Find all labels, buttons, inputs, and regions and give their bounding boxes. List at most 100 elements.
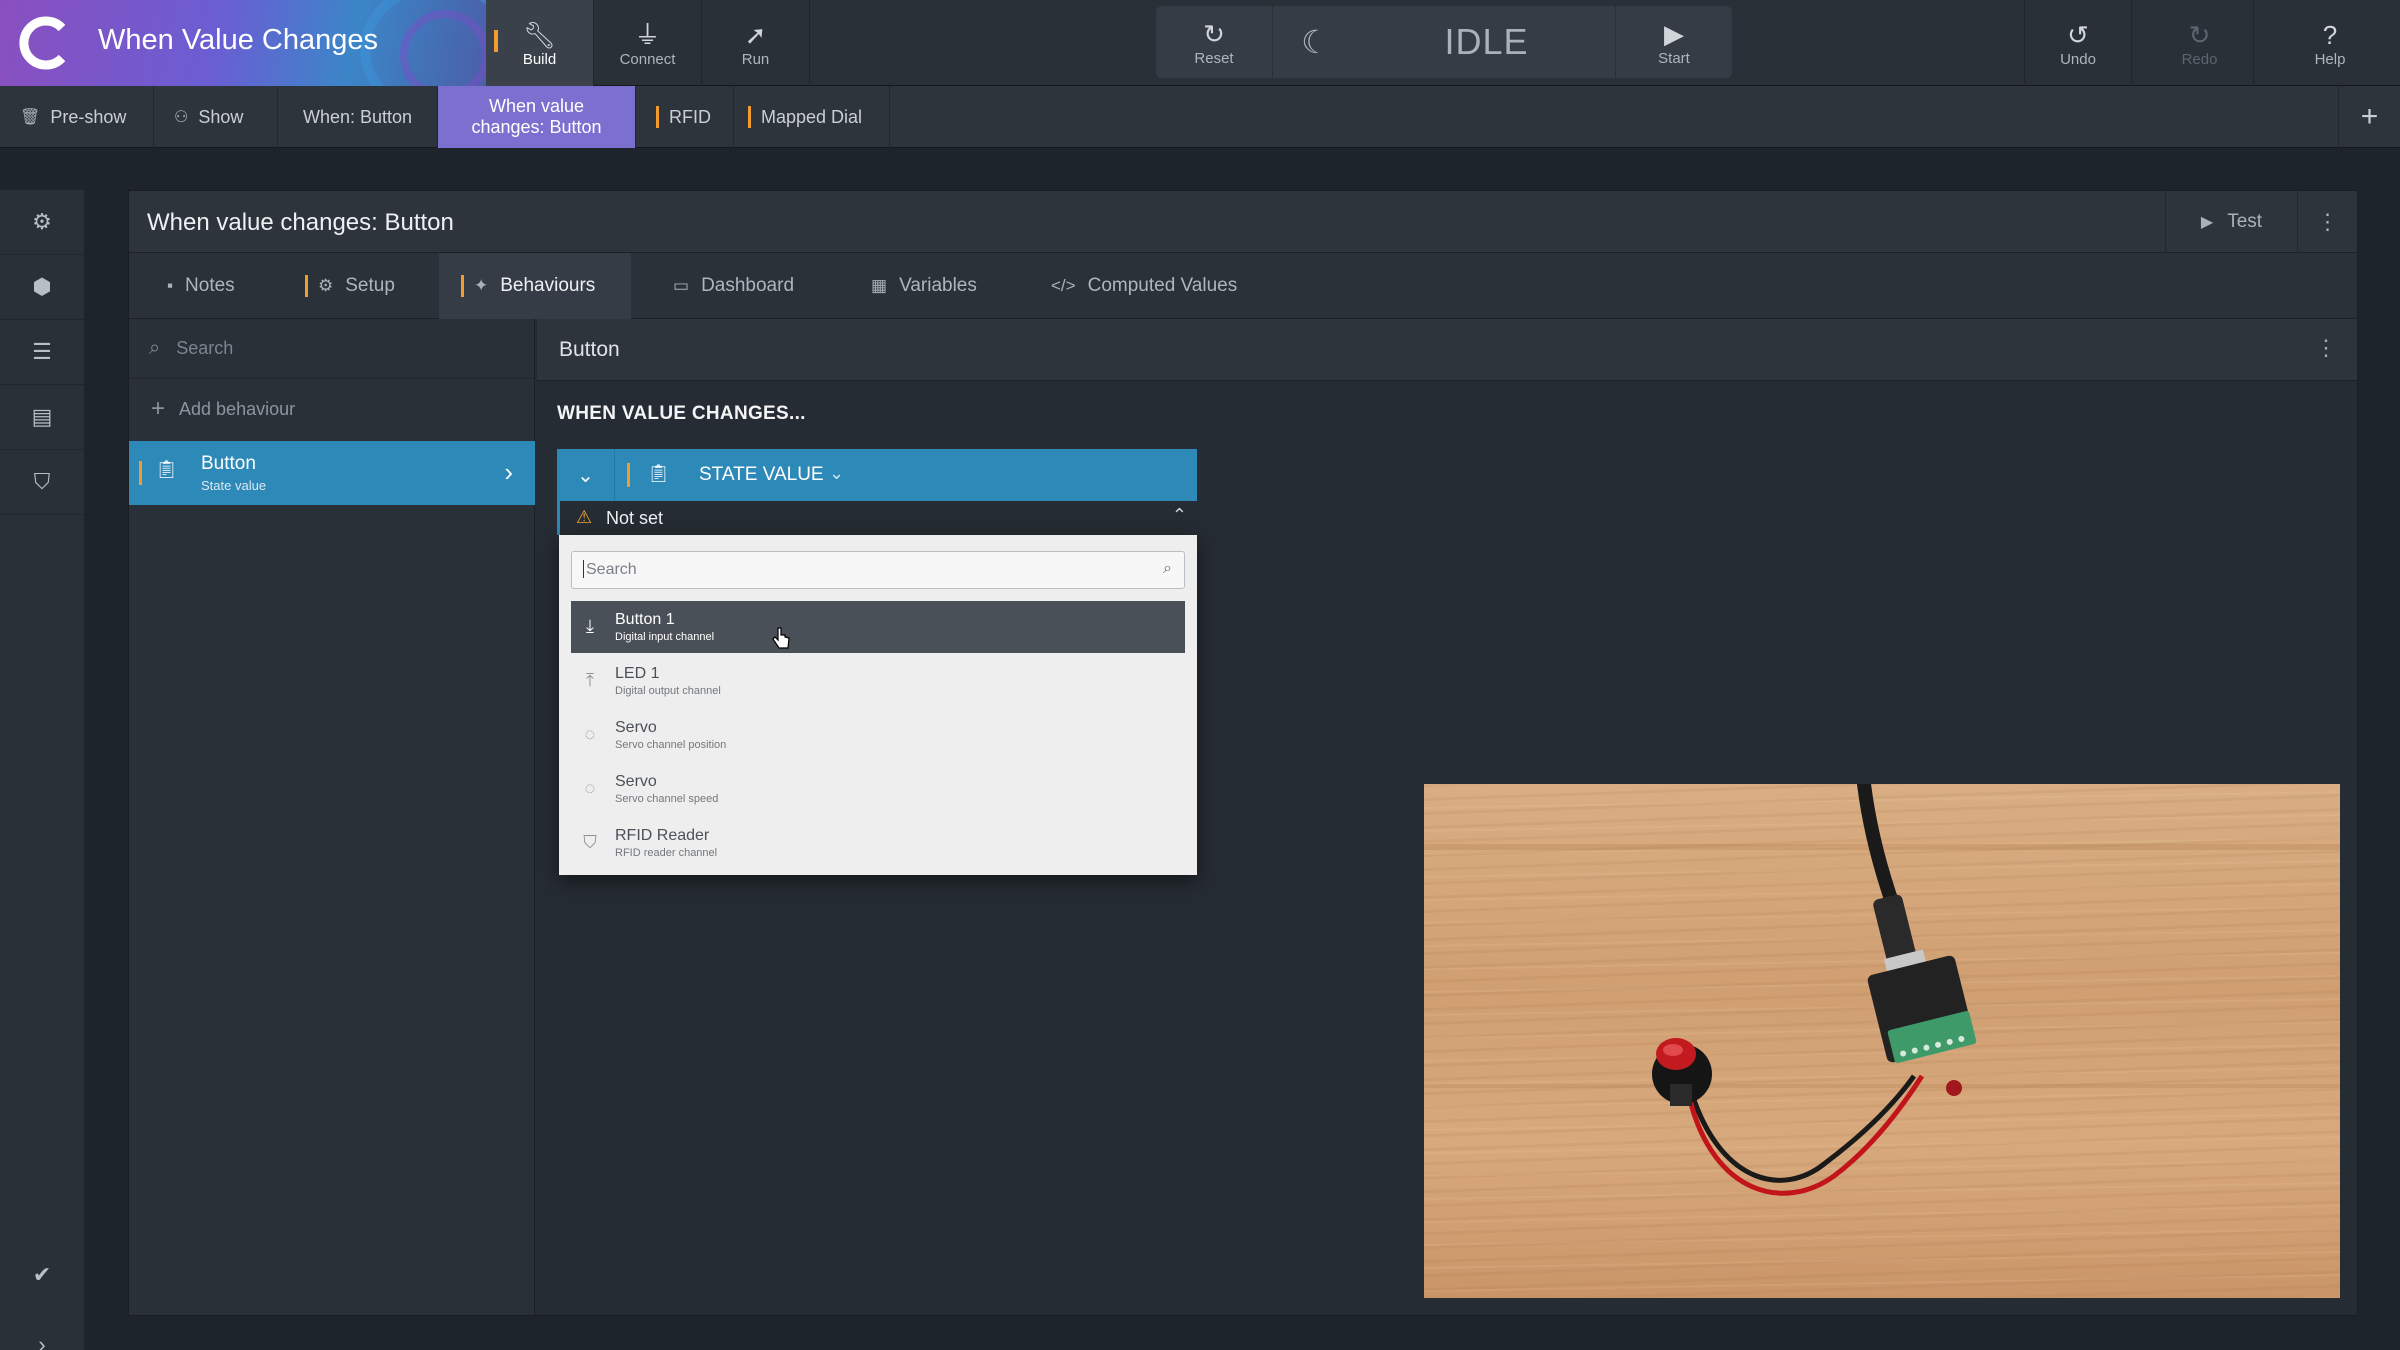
dropdown-option[interactable]: ⛉ RFID Reader RFID reader channel bbox=[571, 817, 1185, 869]
panel-header: When value changes: Button ▶ Test ⋮ bbox=[129, 191, 2357, 253]
test-button[interactable]: ▶ Test bbox=[2165, 191, 2297, 253]
chevron-up-icon[interactable]: ⌃ bbox=[1172, 505, 1187, 526]
scene-tab-rfid[interactable]: RFID bbox=[636, 86, 734, 148]
section-title: WHEN VALUE CHANGES... bbox=[557, 403, 806, 424]
download-icon: ⤓ bbox=[586, 616, 594, 636]
scene-tab-label-line1: When value bbox=[488, 96, 585, 116]
settings-rail-button[interactable]: ⚙ bbox=[0, 190, 84, 255]
hand-cursor-icon bbox=[772, 627, 790, 649]
add-scene-button[interactable]: + bbox=[2338, 86, 2400, 148]
group-icon: ⚇ bbox=[174, 109, 189, 126]
redo-icon: ↻ bbox=[2188, 19, 2211, 50]
source-value: Not set bbox=[606, 508, 664, 528]
panel-menu-button[interactable]: ⋮ bbox=[2297, 191, 2357, 253]
source-selector[interactable]: ⚠ Not set ⌃ bbox=[557, 501, 1197, 535]
play-icon: ▶ bbox=[1664, 18, 1684, 49]
button-hardware-image bbox=[1652, 784, 1977, 1196]
video-preview bbox=[1424, 784, 2340, 1298]
server-icon: ☰ bbox=[32, 339, 52, 364]
wrench-icon: 🔧︎ bbox=[522, 19, 556, 50]
start-button[interactable]: ▶ Start bbox=[1616, 6, 1732, 78]
refresh-icon: ↻ bbox=[1203, 18, 1225, 49]
reset-button[interactable]: ↻ Reset bbox=[1156, 6, 1272, 78]
note-icon: ▪ bbox=[167, 276, 174, 295]
play-icon: ▶ bbox=[2200, 214, 2214, 231]
scene-tab-show[interactable]: ⚇ Show bbox=[154, 86, 278, 148]
dashboard-icon: ▭ bbox=[673, 276, 690, 295]
scene-tab-when-value-changes[interactable]: When value changes: Button bbox=[438, 86, 636, 148]
tab-variables[interactable]: ▦ Variables bbox=[871, 253, 977, 319]
chevron-down-icon: ⌄ bbox=[577, 464, 594, 487]
table-icon: ▦ bbox=[871, 276, 888, 295]
tags-rail-button[interactable]: ⛉ bbox=[0, 450, 84, 515]
plus-icon: + bbox=[151, 395, 166, 422]
left-rail: ⚙ ⬢ ☰ ▤ ⛉ ✔ › bbox=[0, 190, 84, 1350]
connect-button[interactable]: ⏚ Connect bbox=[594, 0, 702, 86]
collapse-button[interactable]: ⌄ bbox=[557, 449, 615, 501]
question-icon: ? bbox=[2322, 19, 2338, 50]
rocket-icon: ➚ bbox=[744, 19, 767, 50]
scene-tab-when-button[interactable]: When: Button bbox=[278, 86, 438, 148]
redo-button[interactable]: ↻ Redo bbox=[2146, 0, 2254, 86]
app-logo-icon bbox=[19, 16, 66, 70]
dropdown-option[interactable]: ⤒ LED 1 Digital output channel bbox=[571, 655, 1185, 707]
document-icon: ▤ bbox=[31, 404, 53, 429]
tab-dashboard[interactable]: ▭ Dashboard bbox=[673, 253, 794, 319]
tab-setup[interactable]: ⚙ Setup bbox=[305, 253, 395, 319]
trigger-type-label[interactable]: STATE VALUE bbox=[699, 464, 824, 486]
dropdown-option[interactable]: ◌ Servo Servo channel position bbox=[571, 709, 1185, 761]
behaviour-search-placeholder: Search bbox=[176, 338, 234, 358]
search-icon: ⌕ bbox=[149, 337, 161, 359]
behaviour-search[interactable]: ⌕ Search bbox=[129, 319, 534, 379]
editor-header: Button ⋮ bbox=[537, 319, 2357, 381]
dropdown-search-input[interactable]: Search ⌕ bbox=[571, 551, 1185, 589]
build-button[interactable]: 🔧︎ Build bbox=[486, 0, 594, 86]
editor-title: Button bbox=[559, 338, 620, 361]
scene-tab-label-line2: changes: Button bbox=[471, 117, 602, 137]
upload-icon: ⤒ bbox=[586, 670, 594, 690]
undo-icon: ↺ bbox=[2067, 19, 2089, 50]
chevron-down-icon[interactable]: ⌄ bbox=[829, 463, 844, 484]
app-title: When Value Changes bbox=[98, 24, 378, 56]
undo-button[interactable]: ↺ Undo bbox=[2024, 0, 2132, 86]
devices-rail-button[interactable]: ⬢ bbox=[0, 255, 84, 320]
tab-behaviours[interactable]: ✦ Behaviours bbox=[439, 253, 632, 319]
panel-tabs: ▪ Notes ⚙ Setup ✦ Behaviours ▭ Dashboard… bbox=[129, 253, 2357, 319]
expand-rail-button[interactable]: › bbox=[0, 1312, 84, 1350]
help-button[interactable]: ? Help bbox=[2276, 0, 2384, 86]
behaviour-item-button[interactable]: 📋︎ Button State value › bbox=[129, 441, 535, 505]
scene-tab-strip: 🗑︎ Pre-show ⚇ Show When: Button When val… bbox=[0, 86, 2400, 148]
tab-notes[interactable]: ▪ Notes bbox=[167, 253, 235, 319]
behaviour-sidebar: ⌕ Search + Add behaviour 📋︎ Button State… bbox=[129, 319, 535, 1315]
kebab-icon: ⋮ bbox=[2316, 209, 2339, 234]
panel-title: When value changes: Button bbox=[147, 209, 454, 236]
document-rail-button[interactable]: ▤ bbox=[0, 385, 84, 450]
run-button[interactable]: ➚ Run bbox=[702, 0, 810, 86]
chevron-right-icon: › bbox=[38, 1331, 46, 1350]
scene-tab-preshow[interactable]: 🗑︎ Pre-show bbox=[0, 86, 154, 148]
app-brand: When Value Changes bbox=[0, 0, 486, 86]
search-icon: ⌕ bbox=[1163, 560, 1172, 577]
storage-rail-button[interactable]: ☰ bbox=[0, 320, 84, 385]
dropdown-option[interactable]: ⤓ Button 1 Digital input channel bbox=[571, 601, 1185, 653]
cogs-icon: ⚙ bbox=[318, 276, 334, 295]
dropdown-search-placeholder: Search bbox=[583, 560, 637, 578]
tab-computed-values[interactable]: </> Computed Values bbox=[1051, 253, 1237, 319]
chevron-right-icon: › bbox=[504, 457, 513, 487]
clipboard-icon: 📋︎ bbox=[647, 463, 670, 483]
editor-menu-button[interactable]: ⋮ bbox=[2315, 335, 2337, 361]
clipboard-icon: 📋︎ bbox=[155, 459, 178, 479]
plug-icon: ⏚ bbox=[634, 19, 661, 50]
source-dropdown: Search ⌕ ⤓ Button 1 Digital input channe… bbox=[559, 535, 1197, 875]
warning-icon: ⚠ bbox=[576, 507, 593, 527]
scene-tab-mapped-dial[interactable]: Mapped Dial bbox=[734, 86, 890, 148]
circle-icon: ◌ bbox=[584, 724, 596, 744]
plus-icon: + bbox=[2360, 100, 2379, 133]
code-icon: </> bbox=[1051, 276, 1076, 295]
status-display: IDLE bbox=[1358, 6, 1616, 78]
top-toolbar: When Value Changes 🔧︎ Build ⏚ Connect ➚ … bbox=[0, 0, 2400, 86]
check-rail-button[interactable]: ✔ bbox=[0, 1242, 84, 1307]
add-behaviour-button[interactable]: + Add behaviour bbox=[129, 379, 534, 439]
playback-control: ↻ Reset ☾ IDLE ▶ Start bbox=[1156, 6, 1732, 78]
dropdown-option[interactable]: ◌ Servo Servo channel speed bbox=[571, 763, 1185, 815]
